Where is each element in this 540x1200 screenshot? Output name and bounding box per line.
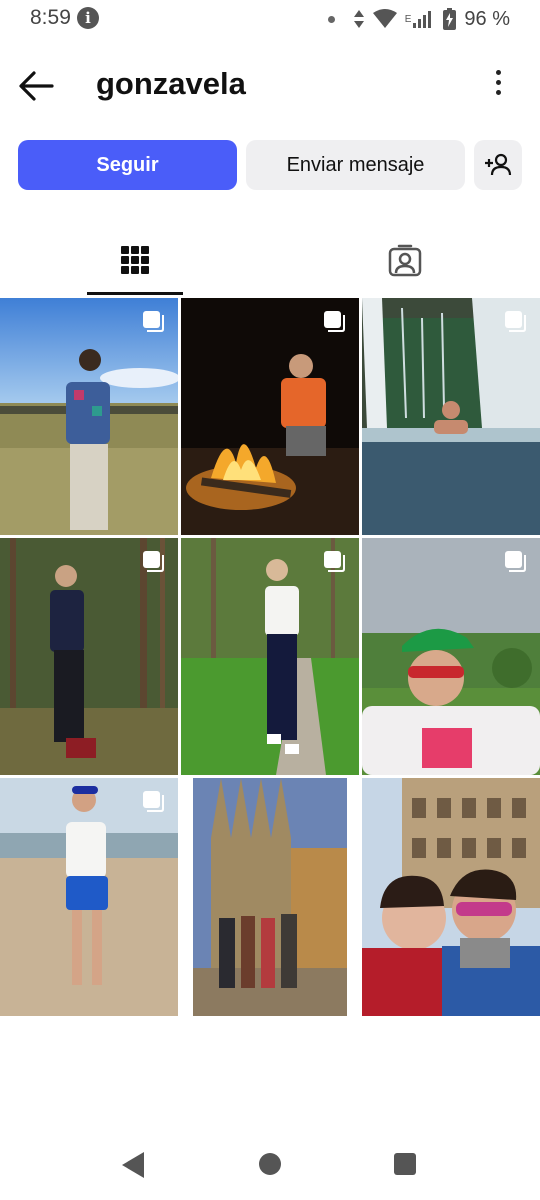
post-thumbnail-4[interactable] [0, 538, 178, 775]
post-thumbnail-7[interactable] [0, 778, 178, 1016]
post-thumbnail-5[interactable] [181, 538, 359, 775]
cathedral-photo [181, 778, 359, 1016]
tab-tagged[interactable] [357, 224, 453, 296]
back-arrow-icon[interactable] [16, 68, 56, 104]
tab-posts-grid[interactable] [87, 224, 183, 296]
nav-back-icon[interactable] [122, 1152, 144, 1178]
battery-icon [443, 8, 457, 30]
post-thumbnail-8[interactable] [181, 778, 359, 1016]
status-icons: E 96 % [327, 6, 510, 32]
data-arrows-icon [353, 10, 364, 28]
profile-tabs [0, 224, 540, 296]
tab-selected-indicator [87, 292, 183, 295]
multiple-photos-icon [143, 311, 164, 332]
status-bar: 8:59 i E 96 % [0, 0, 540, 38]
post-thumbnail-3[interactable] [362, 298, 540, 535]
system-nav-bar [0, 1130, 540, 1200]
grid-icon [121, 246, 149, 274]
person-plus-icon [485, 153, 512, 176]
posts-grid [0, 298, 540, 1016]
post-thumbnail-6[interactable] [362, 538, 540, 775]
nav-home-icon[interactable] [259, 1153, 281, 1175]
info-icon: i [77, 7, 99, 29]
notification-dot-icon [327, 15, 335, 23]
suggested-users-button[interactable] [474, 140, 522, 190]
status-time: 8:59 [30, 6, 71, 29]
colosseum-selfie-photo [362, 778, 540, 1016]
send-message-button[interactable]: Enviar mensaje [246, 140, 465, 190]
multiple-photos-icon [505, 551, 526, 572]
post-thumbnail-1[interactable] [0, 298, 178, 535]
multiple-photos-icon [143, 551, 164, 572]
nav-recents-icon[interactable] [394, 1153, 416, 1175]
multiple-photos-icon [143, 791, 164, 812]
multiple-photos-icon [505, 311, 526, 332]
profile-actions: Seguir Enviar mensaje [18, 140, 522, 190]
wifi-icon [372, 9, 397, 28]
multiple-photos-icon [324, 311, 345, 332]
signal-icon [413, 11, 432, 28]
battery-percent: 96 % [464, 7, 510, 30]
profile-header: gonzavela [0, 56, 540, 116]
post-thumbnail-2[interactable] [181, 298, 359, 535]
profile-username: gonzavela [96, 66, 246, 101]
tagged-person-icon [388, 244, 422, 277]
follow-button[interactable]: Seguir [18, 140, 237, 190]
multiple-photos-icon [324, 551, 345, 572]
network-type-label: E [404, 13, 412, 25]
more-vertical-icon[interactable] [494, 70, 502, 102]
post-thumbnail-9[interactable] [362, 778, 540, 1016]
